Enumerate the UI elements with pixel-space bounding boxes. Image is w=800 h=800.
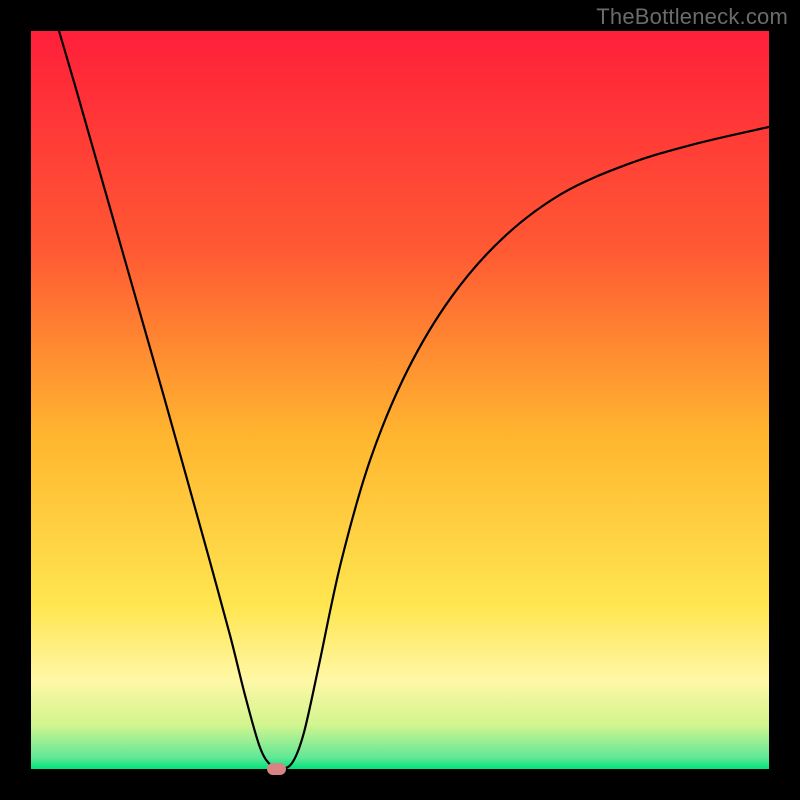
bottleneck-curve — [59, 31, 769, 769]
curve-layer — [31, 31, 769, 769]
watermark-text: TheBottleneck.com — [596, 4, 788, 30]
optimal-point-marker — [267, 763, 286, 775]
chart-frame: TheBottleneck.com — [0, 0, 800, 800]
